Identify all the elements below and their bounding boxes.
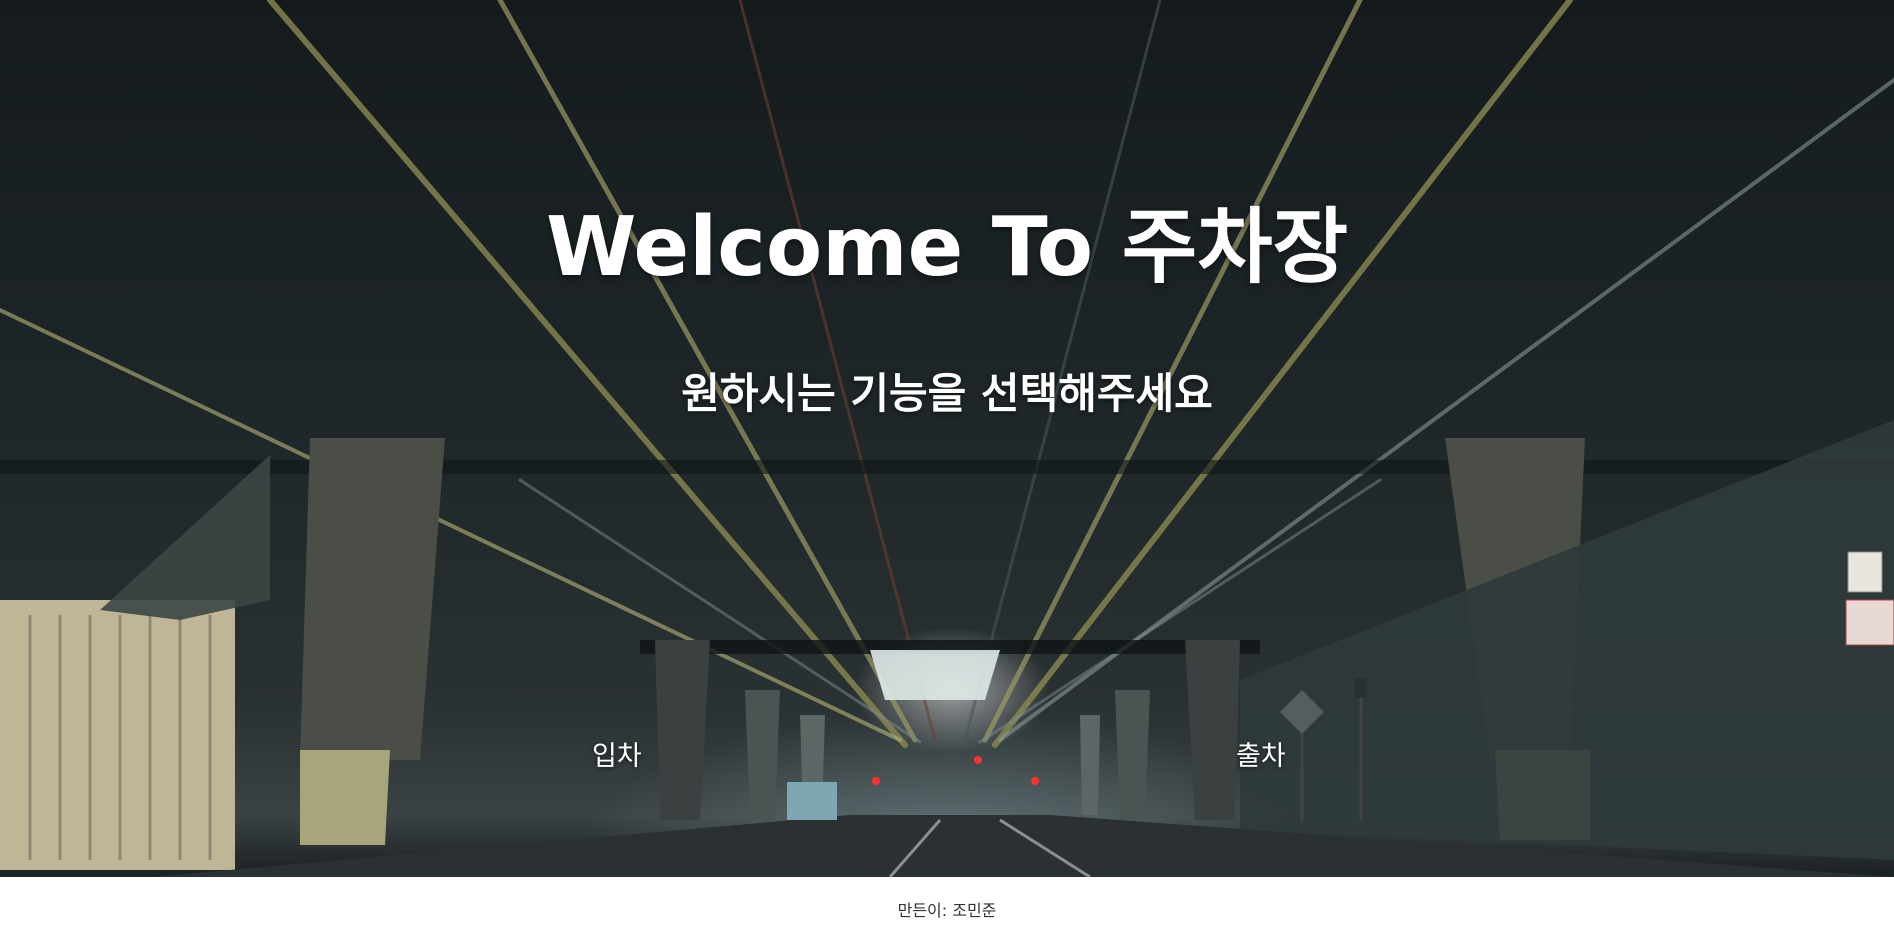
page-subtitle: 원하시는 기능을 선택해주세요	[681, 369, 1213, 418]
footer-credit: 만든이: 조민준	[897, 901, 997, 920]
hero-section: Welcome To 주차장 원하시는 기능을 선택해주세요 입차 출차	[0, 0, 1894, 877]
entry-button[interactable]: 입차	[588, 732, 646, 775]
footer: 만든이: 조민준	[0, 877, 1894, 934]
parking-garage-background	[0, 0, 1894, 877]
page-title: Welcome To 주차장	[545, 200, 1349, 295]
exit-button[interactable]: 출차	[1232, 732, 1290, 775]
